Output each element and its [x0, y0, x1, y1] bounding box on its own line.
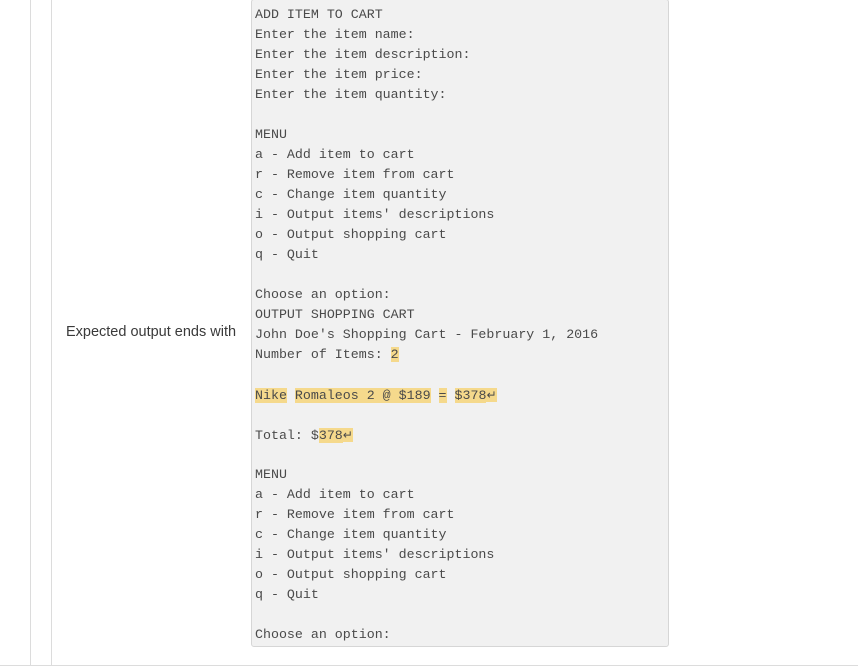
console-text-segment: Enter the item name: — [255, 27, 415, 42]
console-line: r - Remove item from cart — [255, 505, 668, 525]
console-text-segment: Total: $ — [255, 428, 319, 443]
console-text-segment: Number of Items: — [255, 347, 391, 362]
console-text-segment: a - Add item to cart — [255, 147, 415, 162]
console-line: a - Add item to cart — [255, 485, 668, 505]
console-highlight-segment: = — [438, 388, 447, 403]
console-line: o - Output shopping cart — [255, 565, 668, 585]
console-line: John Doe's Shopping Cart - February 1, 2… — [255, 325, 668, 345]
console-text-segment: MENU — [255, 127, 287, 142]
console-text-segment: r - Remove item from cart — [255, 167, 455, 182]
console-text-segment: o - Output shopping cart — [255, 567, 447, 582]
console-text-segment: q - Quit — [255, 587, 319, 602]
console-text-segment: Enter the item description: — [255, 47, 471, 62]
console-text-segment: OUTPUT SHOPPING CART — [255, 307, 415, 322]
carriage-return-icon: ↵ — [486, 388, 497, 402]
console-line: c - Change item quantity — [255, 185, 668, 205]
console-line: r - Remove item from cart — [255, 165, 668, 185]
console-line: Enter the item description: — [255, 45, 668, 65]
console-highlight-segment: Romaleos 2 @ $189 — [294, 388, 431, 403]
console-line: Choose an option: — [255, 285, 668, 305]
console-text-segment: o - Output shopping cart — [255, 227, 447, 242]
console-line: c - Change item quantity — [255, 525, 668, 545]
console-line: Total: $378↵ — [255, 425, 668, 445]
console-line: Enter the item price: — [255, 65, 668, 85]
console-text-segment: q - Quit — [255, 247, 319, 262]
console-text-segment: John Doe's Shopping Cart - February 1, 2… — [255, 327, 599, 342]
console-highlight-segment: 378 — [318, 428, 343, 443]
console-line: o - Output shopping cart — [255, 225, 668, 245]
console-line: Nike Romaleos 2 @ $189 = $378↵ — [255, 385, 668, 405]
console-line: Enter the item name: — [255, 25, 668, 45]
console-text-segment — [287, 388, 295, 403]
console-line: q - Quit — [255, 245, 668, 265]
console-line: a - Add item to cart — [255, 145, 668, 165]
expected-output-label: Expected output ends with — [65, 323, 237, 340]
console-text-segment — [447, 388, 455, 403]
console-text-segment: c - Change item quantity — [255, 527, 447, 542]
screen-root: Expected output ends with ADD ITEM TO CA… — [0, 0, 858, 667]
console-text-segment: Enter the item quantity: — [255, 87, 447, 102]
console-text-segment: i - Output items' descriptions — [255, 207, 495, 222]
console-highlight-segment: Nike — [255, 388, 287, 403]
expected-output-console-panel: ADD ITEM TO CART Enter the item name: Ente… — [251, 0, 669, 647]
console-line: OUTPUT SHOPPING CART — [255, 305, 668, 325]
console-text-segment: Choose an option: — [255, 627, 391, 642]
console-line: MENU — [255, 465, 668, 485]
console-text-segment: ADD ITEM TO CART — [255, 7, 383, 22]
console-line: Number of Items: 2 — [255, 345, 668, 365]
console-line: ADD ITEM TO CART — [255, 5, 668, 25]
console-line: Choose an option: — [255, 625, 668, 645]
console-line: Enter the item quantity: — [255, 85, 668, 105]
console-text-segment: c - Change item quantity — [255, 187, 447, 202]
console-text-segment: Enter the item price: — [255, 67, 423, 82]
carriage-return-icon: ↵ — [342, 428, 353, 442]
console-highlight-segment: $378 — [454, 388, 487, 403]
console-line: i - Output items' descriptions — [255, 545, 668, 565]
console-output-text: ADD ITEM TO CART Enter the item name: Ente… — [252, 0, 668, 645]
console-line: q - Quit — [255, 585, 668, 605]
console-text-segment — [431, 388, 439, 403]
expected-output-label-cell: Expected output ends with — [52, 0, 250, 665]
console-line: MENU — [255, 125, 668, 145]
console-text-segment: MENU — [255, 467, 287, 482]
console-line: i - Output items' descriptions — [255, 205, 668, 225]
table-rule-left — [30, 0, 31, 666]
console-text-segment: r - Remove item from cart — [255, 507, 455, 522]
console-text-segment: a - Add item to cart — [255, 487, 415, 502]
console-highlight-segment: 2 — [390, 347, 399, 362]
table-rule-bottom — [0, 665, 858, 666]
console-text-segment: i - Output items' descriptions — [255, 547, 495, 562]
console-text-segment: Choose an option: — [255, 287, 391, 302]
